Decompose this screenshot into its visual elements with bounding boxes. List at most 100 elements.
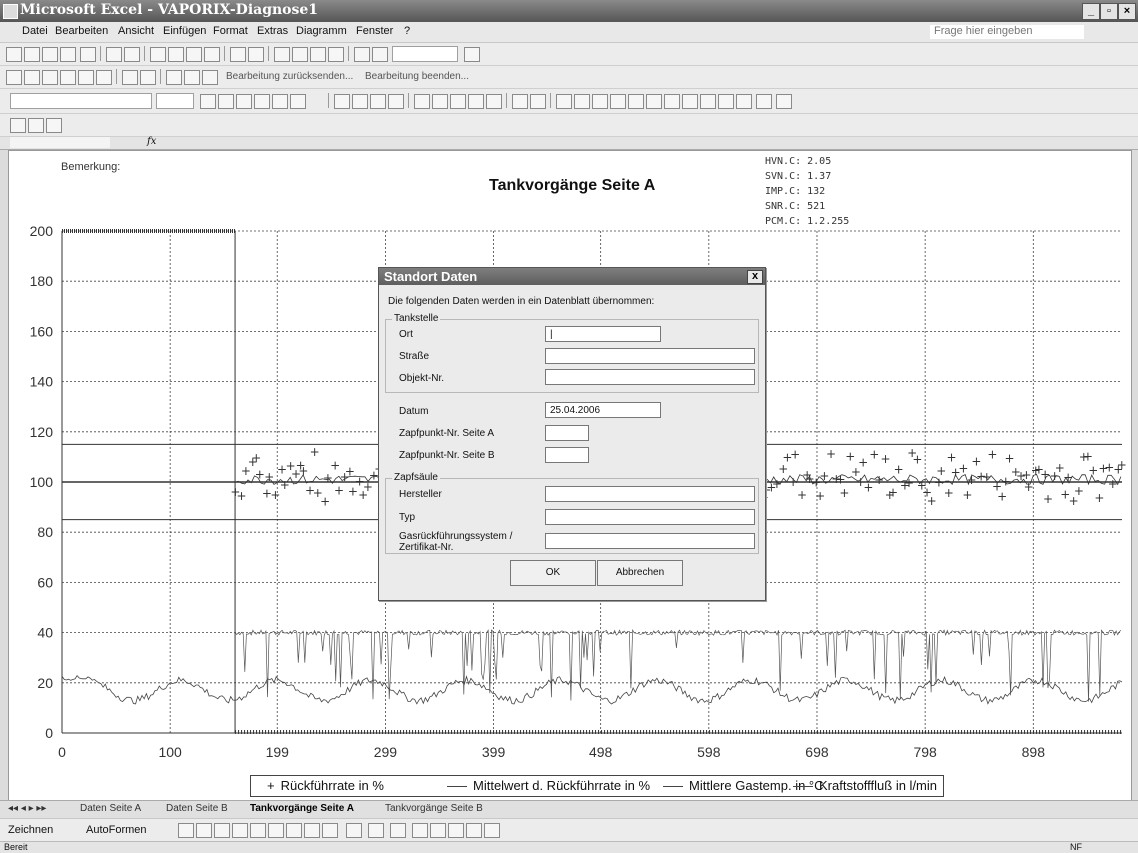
tab-scroll-buttons[interactable]: ◂◂ ◂ ▸ ▸▸ — [8, 803, 46, 814]
review-icon-7[interactable] — [122, 70, 138, 85]
review-send-button[interactable]: Bearbeitung zurücksenden... — [226, 71, 353, 82]
rectangle-icon[interactable] — [214, 823, 230, 838]
spelling-icon[interactable] — [124, 47, 140, 62]
review-icon-10[interactable] — [184, 70, 200, 85]
underline-icon[interactable] — [236, 94, 252, 109]
strasse-field[interactable] — [545, 348, 755, 364]
3d-icon[interactable] — [484, 823, 500, 838]
border-icon-7[interactable] — [664, 94, 680, 109]
arrow-style-icon[interactable] — [448, 823, 464, 838]
extra-icon-3[interactable] — [46, 118, 62, 133]
thousands-icon[interactable] — [432, 94, 448, 109]
menu-diagramm[interactable]: Diagramm — [296, 25, 347, 37]
shadow-icon[interactable] — [466, 823, 482, 838]
line-icon[interactable] — [178, 823, 194, 838]
extra-icon-1[interactable] — [10, 118, 26, 133]
align-center-icon[interactable] — [352, 94, 368, 109]
diagram-icon[interactable] — [286, 823, 302, 838]
font-color-icon[interactable] — [776, 94, 792, 109]
new-icon[interactable] — [6, 47, 22, 62]
menu-datei[interactable]: Datei — [22, 25, 48, 37]
review-icon-9[interactable] — [166, 70, 182, 85]
redo-icon[interactable] — [248, 47, 264, 62]
fx-icon[interactable]: fx — [147, 136, 156, 147]
tab-tankvorgaenge-a[interactable]: Tankvorgänge Seite A — [250, 803, 354, 814]
border-icon-4[interactable] — [610, 94, 626, 109]
review-icon-4[interactable] — [60, 70, 76, 85]
autosum-icon[interactable] — [292, 47, 308, 62]
menu-format[interactable]: Format — [213, 25, 248, 37]
bold-icon[interactable] — [200, 94, 216, 109]
align-right-icon[interactable] — [370, 94, 386, 109]
dialog-close-button[interactable]: x — [747, 270, 763, 284]
border-icon-3[interactable] — [592, 94, 608, 109]
objekt-field[interactable] — [545, 369, 755, 385]
outdent-icon[interactable] — [512, 94, 528, 109]
euro-icon[interactable] — [450, 94, 466, 109]
close-window-button[interactable]: × — [1118, 3, 1136, 20]
datum-field[interactable]: 25.04.2006 — [545, 402, 661, 418]
help-search-input[interactable]: Frage hier eingeben — [930, 25, 1084, 39]
zapf-a-field[interactable] — [545, 425, 589, 441]
undo-icon[interactable] — [230, 47, 246, 62]
open-icon[interactable] — [24, 47, 40, 62]
review-icon-1[interactable] — [6, 70, 22, 85]
clipart-icon[interactable] — [304, 823, 320, 838]
tab-tankvorgaenge-b[interactable]: Tankvorgänge Seite B — [385, 803, 483, 814]
paste-icon[interactable] — [186, 47, 202, 62]
tab-daten-a[interactable]: Daten Seite A — [80, 803, 141, 814]
format-painter-icon[interactable] — [204, 47, 220, 62]
restore-button[interactable]: ▫ — [1100, 3, 1118, 20]
menu-bearbeiten[interactable]: Bearbeiten — [55, 25, 108, 37]
superscript-icon[interactable] — [254, 94, 270, 109]
zapf-b-field[interactable] — [545, 447, 589, 463]
extra-icon-2[interactable] — [28, 118, 44, 133]
menu-extras[interactable]: Extras — [257, 25, 288, 37]
border-icon-10[interactable] — [718, 94, 734, 109]
copy-icon[interactable] — [168, 47, 184, 62]
gas-field[interactable] — [545, 533, 755, 549]
name-box[interactable] — [10, 137, 110, 148]
review-end-button[interactable]: Bearbeitung beenden... — [365, 71, 469, 82]
chart-wizard-icon[interactable] — [354, 47, 370, 62]
line-color-icon[interactable] — [368, 823, 384, 838]
arrow-icon[interactable] — [196, 823, 212, 838]
ok-button[interactable]: OK — [510, 560, 596, 586]
increase-decimal-icon[interactable] — [468, 94, 484, 109]
review-icon-8[interactable] — [140, 70, 156, 85]
indent-icon[interactable] — [530, 94, 546, 109]
border-icon-8[interactable] — [682, 94, 698, 109]
textbox-icon[interactable] — [250, 823, 266, 838]
oval-icon[interactable] — [232, 823, 248, 838]
help-icon[interactable] — [464, 47, 480, 62]
typ-field[interactable] — [545, 509, 755, 525]
fill-icon[interactable] — [346, 823, 362, 838]
align-left-icon[interactable] — [334, 94, 350, 109]
picture-icon[interactable] — [322, 823, 338, 838]
drawing-icon[interactable] — [372, 47, 388, 62]
sort-desc-icon[interactable] — [328, 47, 344, 62]
preview-icon[interactable] — [106, 47, 122, 62]
border-icon-1[interactable] — [556, 94, 572, 109]
print-icon[interactable] — [80, 47, 96, 62]
review-icon-2[interactable] — [24, 70, 40, 85]
permission-icon[interactable] — [60, 47, 76, 62]
decrease-decimal-icon[interactable] — [486, 94, 502, 109]
menu-fenster[interactable]: Fenster — [356, 25, 393, 37]
sort-asc-icon[interactable] — [310, 47, 326, 62]
merge-icon[interactable] — [388, 94, 404, 109]
chart-title[interactable]: Tankvorgänge Seite A — [489, 177, 655, 195]
tab-daten-b[interactable]: Daten Seite B — [166, 803, 228, 814]
autoshapes-menu[interactable]: AutoFormen — [86, 824, 147, 836]
line-style-icon[interactable] — [412, 823, 428, 838]
wordart-icon[interactable] — [268, 823, 284, 838]
minimize-button[interactable]: _ — [1082, 3, 1100, 20]
font-select[interactable] — [10, 93, 152, 109]
hersteller-field[interactable] — [545, 486, 755, 502]
symbol-icon[interactable] — [290, 94, 306, 109]
italic-icon[interactable] — [218, 94, 234, 109]
dialog-titlebar[interactable]: Standort Daten x — [379, 268, 765, 285]
cancel-button[interactable]: Abbrechen — [597, 560, 683, 586]
fill-color-icon[interactable] — [756, 94, 772, 109]
border-icon-11[interactable] — [736, 94, 752, 109]
